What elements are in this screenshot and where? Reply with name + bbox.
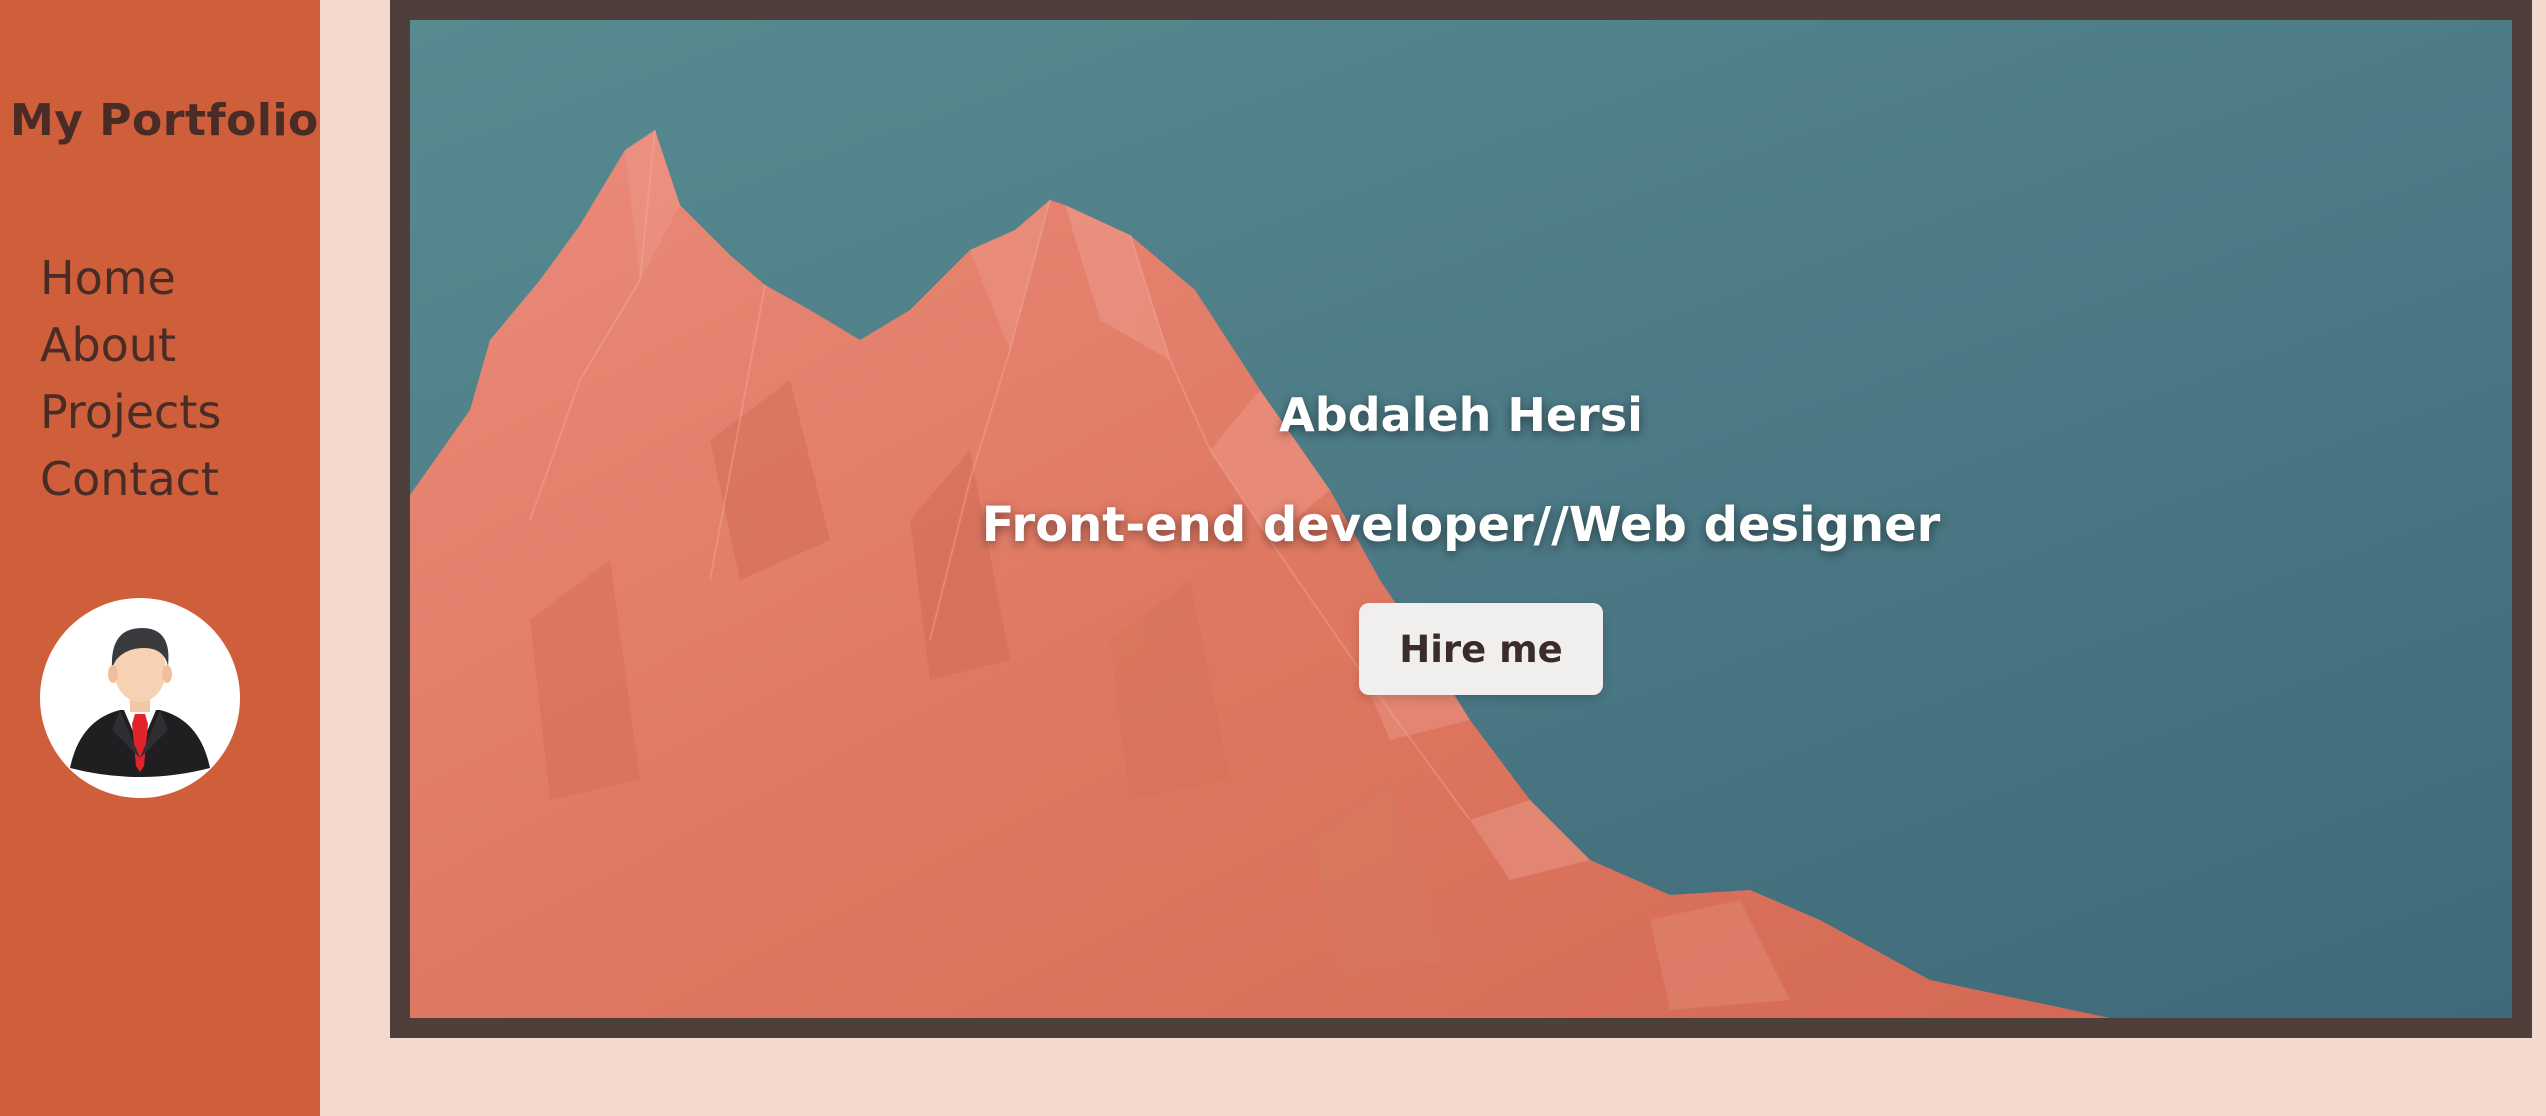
- brand-title[interactable]: My Portfolio: [10, 95, 319, 146]
- nav-item-contact[interactable]: Contact: [40, 446, 221, 513]
- hero-frame: Abdaleh Hersi Front-end developer//Web d…: [390, 0, 2532, 1038]
- nav-menu: Home About Projects Contact: [40, 245, 221, 513]
- nav-item-about[interactable]: About: [40, 312, 221, 379]
- businessman-avatar-icon: [70, 628, 210, 777]
- hero-content: Abdaleh Hersi Front-end developer//Web d…: [410, 20, 2512, 1018]
- nav-item-projects[interactable]: Projects: [40, 379, 221, 446]
- avatar: [40, 598, 240, 798]
- hero-name: Abdaleh Hersi: [1279, 388, 1643, 442]
- hero-banner: Abdaleh Hersi Front-end developer//Web d…: [410, 20, 2512, 1018]
- nav-item-home[interactable]: Home: [40, 245, 221, 312]
- hero-role: Front-end developer//Web designer: [981, 497, 1941, 553]
- sidebar: My Portfolio Home About Projects Contact: [0, 0, 320, 1116]
- hire-me-button[interactable]: Hire me: [1359, 603, 1603, 695]
